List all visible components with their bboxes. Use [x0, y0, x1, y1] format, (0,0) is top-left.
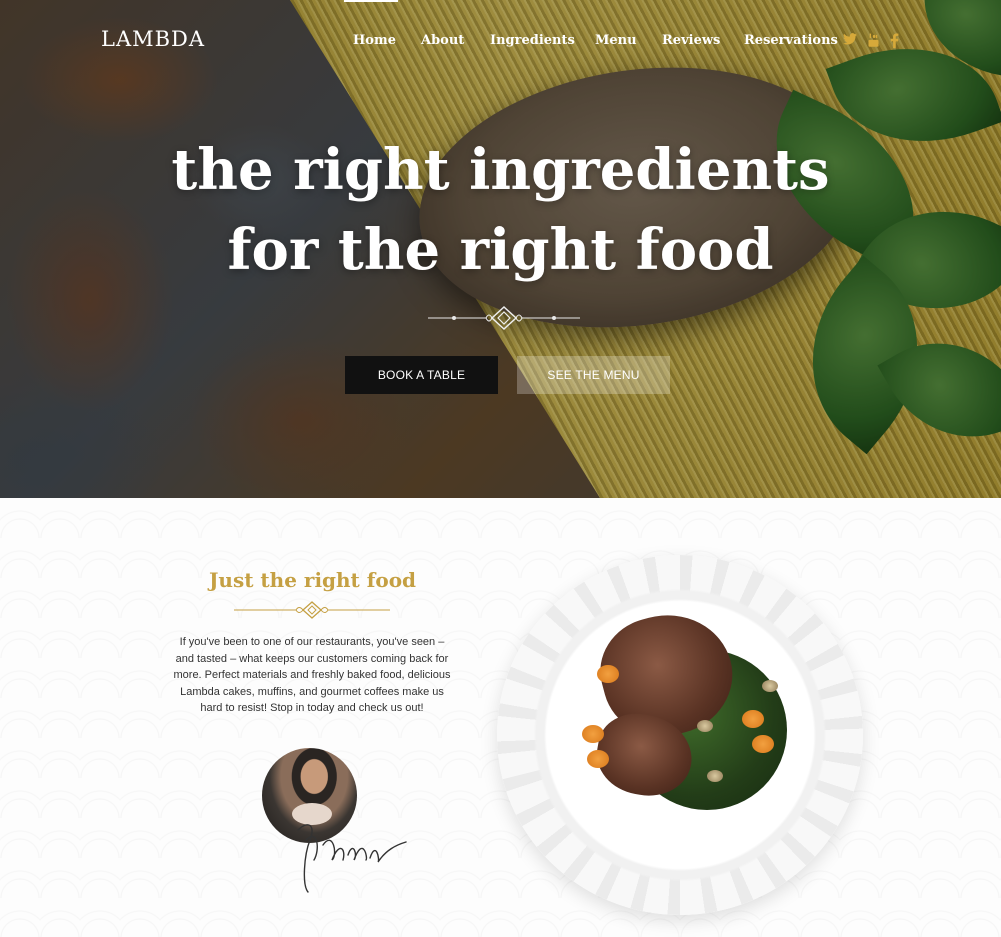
about-title: Just the right food: [208, 568, 417, 592]
nav-active-indicator: [344, 0, 398, 2]
nav-item-menu[interactable]: Menu: [595, 33, 637, 48]
about-ornament-divider: [234, 601, 390, 619]
hero-ornament-divider: [428, 305, 580, 331]
plate-mushroom: [697, 720, 713, 732]
nav-item-about[interactable]: About: [421, 33, 464, 48]
nav-item-ingredients[interactable]: Ingredients: [490, 33, 575, 48]
nav-item-home[interactable]: Home: [353, 33, 396, 48]
about-description: If you've been to one of our restaurants…: [173, 636, 451, 714]
nav-item-reviews[interactable]: Reviews: [662, 33, 720, 48]
plate-carrot: [752, 735, 774, 753]
facebook-icon[interactable]: [887, 33, 901, 48]
plate-carrot: [597, 665, 619, 683]
book-table-button[interactable]: Book a table: [345, 356, 498, 394]
hero-section: LAMBDA Home About Ingredients Menu Revie…: [0, 0, 1001, 498]
plate-carrot: [582, 725, 604, 743]
youtube-icon[interactable]: [866, 33, 880, 48]
nav-item-reservations[interactable]: Reservations: [744, 33, 838, 48]
twitter-icon[interactable]: [843, 33, 857, 48]
see-menu-button[interactable]: See the menu: [517, 356, 670, 394]
chef-signature-image: [297, 824, 407, 893]
plate-mushroom: [762, 680, 778, 692]
hero-title-line-1: the right ingredients: [171, 137, 830, 203]
hero-title-line-2: for the right food: [227, 217, 774, 283]
plate-mushroom: [707, 770, 723, 782]
site-logo[interactable]: LAMBDA: [101, 27, 205, 51]
plate-carrot: [742, 710, 764, 728]
food-plate-image: [497, 555, 863, 915]
plate-carrot: [587, 750, 609, 768]
